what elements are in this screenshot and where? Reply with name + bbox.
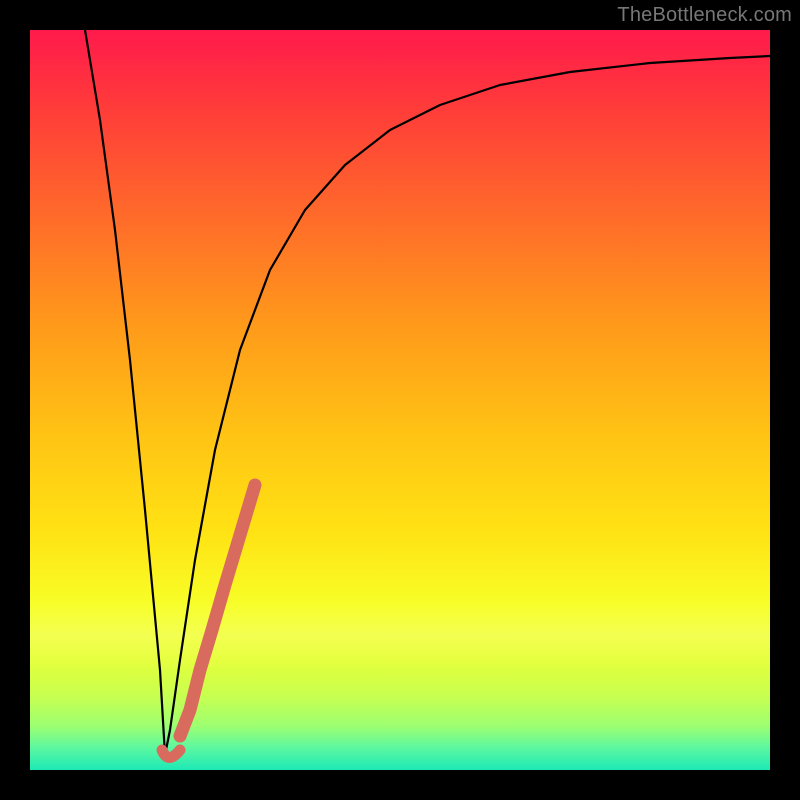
plot-area bbox=[30, 30, 770, 770]
marker-hook bbox=[162, 750, 180, 758]
bottleneck-curve bbox=[85, 30, 770, 755]
credit-watermark: TheBottleneck.com bbox=[617, 4, 792, 27]
curve-layer bbox=[30, 30, 770, 770]
marker-segment bbox=[180, 485, 255, 736]
chart-frame: TheBottleneck.com bbox=[0, 0, 800, 800]
